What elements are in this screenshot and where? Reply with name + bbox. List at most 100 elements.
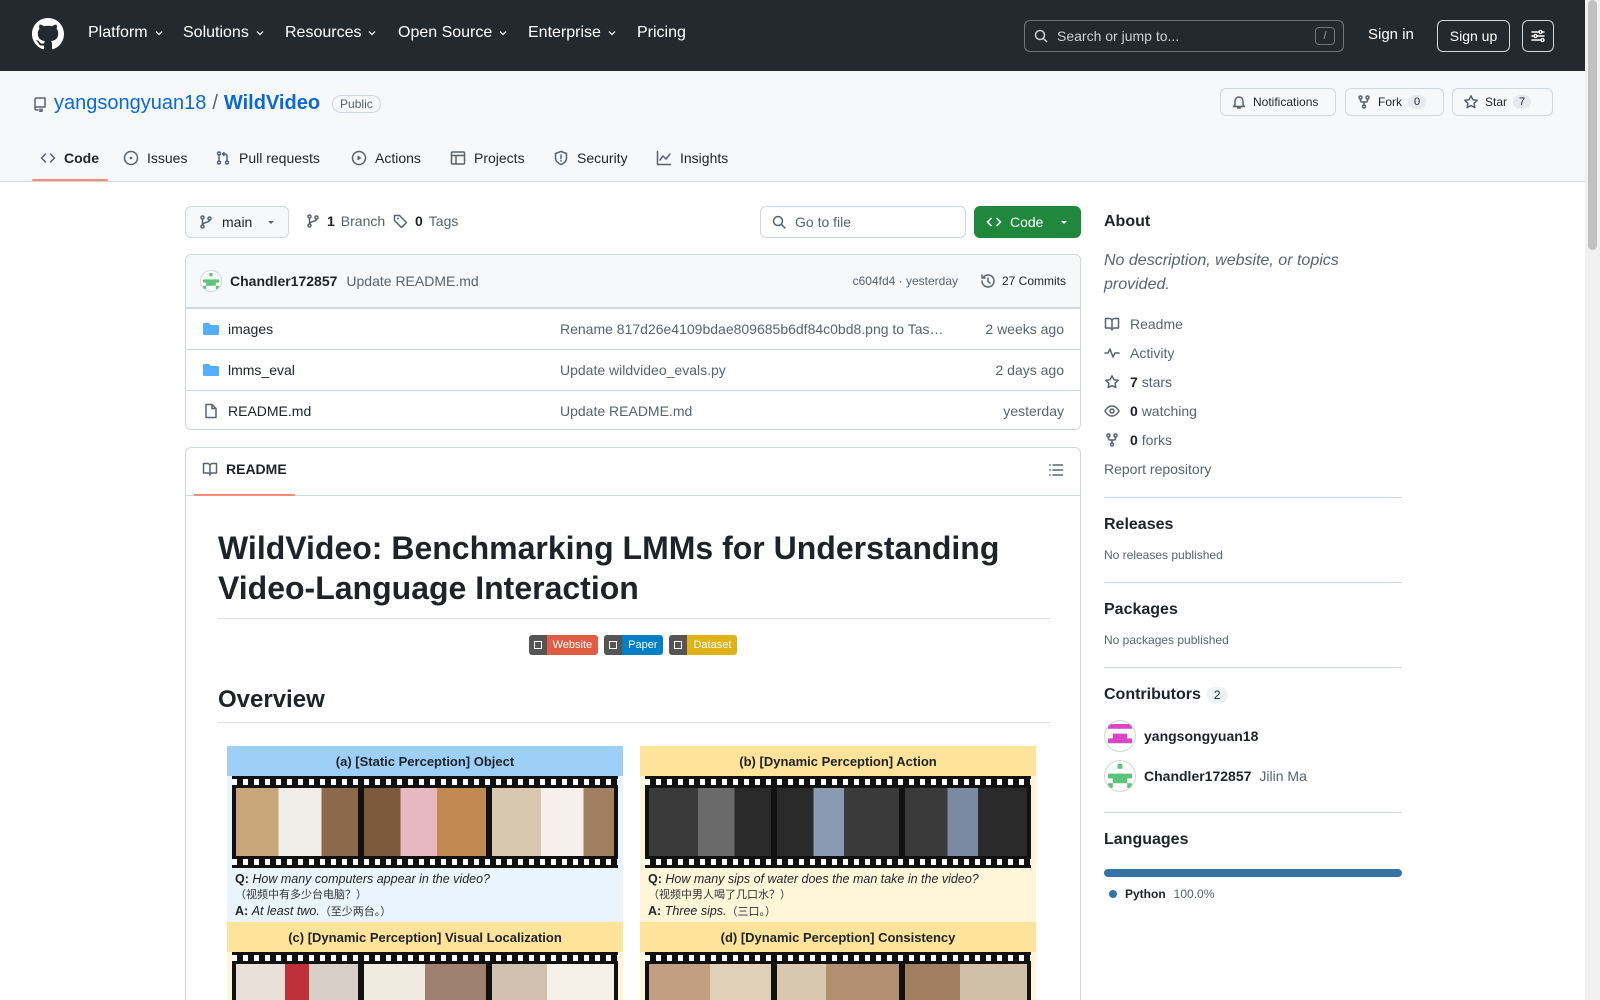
sign-up-button[interactable]: Sign up <box>1437 20 1510 52</box>
table-row[interactable]: images Rename 817d26e4109bdae809685b6df8… <box>186 308 1080 349</box>
file-commit-message[interactable]: Update README.md <box>560 403 950 419</box>
sign-in-link[interactable]: Sign in <box>1368 26 1414 43</box>
avatar[interactable] <box>200 270 222 292</box>
commits-link[interactable]: 27 Commits <box>980 273 1066 289</box>
file-commit-message[interactable]: Update wildvideo_evals.py <box>560 362 950 378</box>
tab-pull-requests[interactable]: Pull requests <box>215 142 320 182</box>
github-logo-icon[interactable] <box>32 18 64 50</box>
book-icon <box>202 462 218 476</box>
contributor-name: Jilin Ma <box>1259 768 1307 784</box>
page-scrollbar[interactable] <box>1585 0 1600 1000</box>
commit-meta: c604fd4 · yesterday <box>852 274 958 288</box>
nav-resources[interactable]: Resources <box>285 24 377 42</box>
contributor-item[interactable]: Chandler172857 Jilin Ma <box>1104 760 1402 792</box>
branch-name: main <box>222 214 253 230</box>
tab-label: Insights <box>680 150 729 166</box>
tab-projects[interactable]: Projects <box>450 142 525 182</box>
tab-issues[interactable]: Issues <box>123 142 187 182</box>
tab-insights[interactable]: Insights <box>656 142 728 182</box>
pull-request-icon <box>216 151 230 165</box>
caret-down-icon <box>268 221 274 224</box>
activity-link[interactable]: Activity <box>1104 338 1402 367</box>
tab-code[interactable]: Code <box>40 142 99 182</box>
repo-name-link[interactable]: WildVideo <box>224 92 320 115</box>
video-frame <box>236 788 358 856</box>
outline-list-icon[interactable] <box>1048 462 1064 478</box>
example-panel-object: (a) [Static Perception] Object Q: How ma… <box>227 746 623 923</box>
notifications-button[interactable]: Notifications <box>1220 88 1336 116</box>
go-to-file-input[interactable]: Go to file <box>760 206 966 238</box>
star-count: 7 <box>1513 95 1532 109</box>
fork-button[interactable]: Fork 0 <box>1345 88 1444 116</box>
star-button[interactable]: Star 7 <box>1452 88 1553 116</box>
language-item[interactable]: Python 100.0% <box>1104 887 1402 901</box>
divider <box>1104 667 1402 668</box>
chevron-down-icon <box>369 31 376 36</box>
divider <box>1104 812 1402 813</box>
nav-label: Platform <box>88 24 148 41</box>
link-label: forks <box>1141 431 1173 448</box>
readme-panel: README WildVideo: Benchmarking LMMs for … <box>185 447 1081 1000</box>
scrollbar-thumb[interactable] <box>1588 0 1597 250</box>
folder-icon <box>203 323 219 335</box>
commit-hash[interactable]: c604fd4 <box>853 274 896 288</box>
commit-author[interactable]: Chandler172857 <box>230 273 337 289</box>
fork-count: 0 <box>1408 95 1427 109</box>
branch-selector[interactable]: main <box>185 206 289 238</box>
table-row[interactable]: README.md Update README.md yesterday <box>186 390 1080 429</box>
watching-link[interactable]: 0 watching <box>1104 396 1402 425</box>
repo-icon <box>34 96 46 112</box>
file-commit-message[interactable]: Rename 817d26e4109bdae809685b6df84c0bd8.… <box>560 321 950 337</box>
contributor-login[interactable]: Chandler172857 <box>1144 768 1251 784</box>
stars-link[interactable]: 7 stars <box>1104 367 1402 396</box>
divider <box>1104 582 1402 583</box>
languages-heading: Languages <box>1104 831 1189 848</box>
repo-owner-link[interactable]: yangsongyuan18 <box>54 92 206 115</box>
readme-tab[interactable]: README <box>202 461 287 477</box>
packages-heading[interactable]: Packages <box>1104 601 1402 619</box>
file-name[interactable]: lmms_eval <box>228 362 295 378</box>
question-answer: Q: How many sips of water does the man t… <box>640 868 1036 923</box>
about-heading: About <box>1104 213 1151 230</box>
badge-logo-icon <box>609 641 618 649</box>
nav-solutions[interactable]: Solutions <box>183 24 265 42</box>
nav-pricing[interactable]: Pricing <box>637 24 686 42</box>
contributors-heading[interactable]: Contributors <box>1104 686 1201 704</box>
nav-platform[interactable]: Platform <box>88 24 164 42</box>
table-row[interactable]: lmms_eval Update wildvideo_evals.py 2 da… <box>186 349 1080 390</box>
nav-open-source[interactable]: Open Source <box>398 24 508 42</box>
commit-message[interactable]: Update README.md <box>346 273 478 289</box>
tab-security[interactable]: Security <box>553 142 628 182</box>
file-name[interactable]: images <box>228 321 273 337</box>
contributor-item[interactable]: yangsongyuan18 <box>1104 720 1402 752</box>
tab-label: Code <box>64 150 99 166</box>
website-badge[interactable]: Website <box>528 635 599 655</box>
contributor-login[interactable]: yangsongyuan18 <box>1144 728 1258 744</box>
report-repository-link[interactable]: Report repository <box>1104 454 1402 483</box>
repo-sidebar: About No description, website, or topics… <box>1104 200 1402 901</box>
chevron-down-icon <box>608 31 616 36</box>
command-palette-button[interactable] <box>1522 20 1554 52</box>
tags-link[interactable]: 0 Tags <box>393 213 458 229</box>
tab-label: Projects <box>474 150 525 166</box>
a-prefix: A: <box>235 904 249 918</box>
avatar[interactable] <box>1104 720 1136 752</box>
example-panel-visual-localization: (c) [Dynamic Perception] Visual Localiza… <box>227 922 623 1000</box>
code-dropdown-button[interactable]: Code <box>974 206 1081 238</box>
question-chinese: （视频中有多少台电脑？） <box>235 889 367 901</box>
contributors-count: 2 <box>1206 687 1228 703</box>
forks-link[interactable]: 0 forks <box>1104 425 1402 454</box>
branches-link[interactable]: 1 Branch <box>305 213 385 229</box>
releases-heading[interactable]: Releases <box>1104 516 1402 534</box>
star-icon <box>1464 95 1478 109</box>
tab-actions[interactable]: Actions <box>351 142 421 182</box>
dataset-badge[interactable]: Dataset <box>669 635 738 655</box>
question-chinese: （视频中男人喝了几口水？） <box>648 889 791 901</box>
search-input[interactable]: Search or jump to... / <box>1024 20 1344 52</box>
avatar[interactable] <box>1104 760 1136 792</box>
paper-badge[interactable]: Paper <box>604 635 664 655</box>
nav-enterprise[interactable]: Enterprise <box>528 24 617 42</box>
readme-link[interactable]: Readme <box>1104 309 1402 338</box>
about-description: No description, website, or topics provi… <box>1104 252 1339 293</box>
file-name[interactable]: README.md <box>228 403 311 419</box>
